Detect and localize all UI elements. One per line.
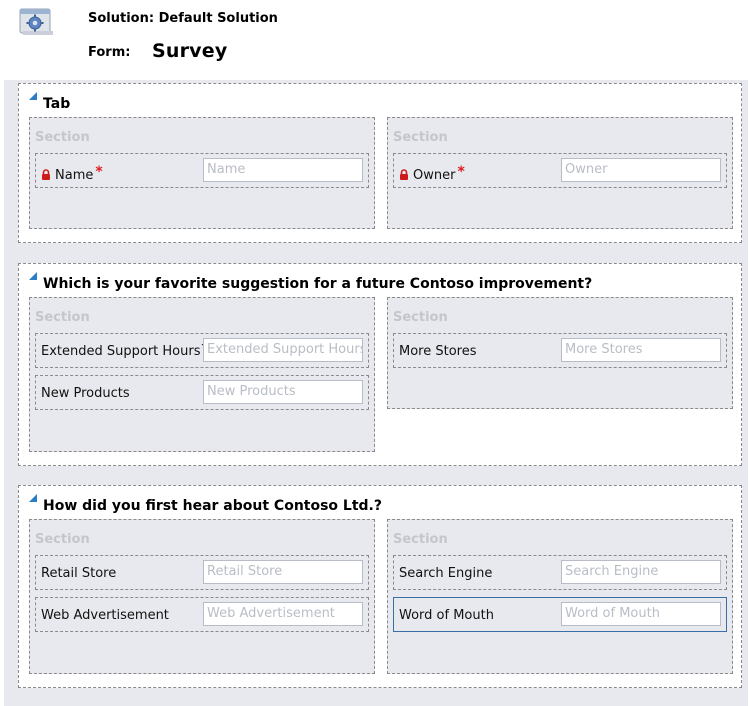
- field-word-of-mouth[interactable]: Word of Mouth Word of Mouth: [393, 597, 727, 632]
- tab-title: Which is your favorite suggestion for a …: [29, 272, 592, 292]
- required-asterisk: *: [95, 164, 103, 180]
- web-advertisement-input[interactable]: Web Advertisement: [203, 602, 363, 626]
- section[interactable]: Section More Stores More Stores: [387, 297, 733, 409]
- field-search-engine[interactable]: Search Engine Search Engine: [393, 555, 727, 590]
- section-label: Section: [393, 532, 448, 547]
- section-label: Section: [35, 130, 90, 145]
- new-products-input[interactable]: New Products: [203, 380, 363, 404]
- field-more-stores[interactable]: More Stores More Stores: [393, 333, 727, 368]
- section-label: Section: [393, 310, 448, 325]
- section-label: Section: [35, 310, 90, 325]
- word-of-mouth-input[interactable]: Word of Mouth: [561, 602, 721, 626]
- lock-icon: [42, 169, 50, 180]
- section[interactable]: Section Name * Name: [29, 117, 375, 229]
- field-web-advertisement[interactable]: Web Advertisement Web Advertisement: [35, 597, 369, 632]
- tab-title: How did you first hear about Contoso Ltd…: [29, 494, 382, 514]
- solution-title: Solution: Default Solution: [88, 11, 278, 26]
- tab-title: Tab: [29, 92, 70, 112]
- field-label: Search Engine: [399, 566, 493, 581]
- search-engine-input[interactable]: Search Engine: [561, 560, 721, 584]
- field-label: Web Advertisement: [41, 608, 169, 623]
- form-name: Survey: [152, 40, 228, 62]
- retail-store-input[interactable]: Retail Store: [203, 560, 363, 584]
- field-label: Retail Store: [41, 566, 117, 581]
- section[interactable]: Section Owner * Owner: [387, 117, 733, 229]
- required-asterisk: *: [457, 164, 465, 180]
- lock-icon: [400, 169, 408, 180]
- section[interactable]: Section Retail Store Retail Store Web Ad…: [29, 519, 375, 674]
- tab-suggestion[interactable]: Which is your favorite suggestion for a …: [18, 263, 742, 466]
- field-label: More Stores: [399, 344, 477, 359]
- tab-how-heard[interactable]: How did you first hear about Contoso Ltd…: [18, 485, 742, 688]
- field-name[interactable]: Name * Name: [35, 153, 369, 188]
- collapse-triangle-icon[interactable]: [29, 272, 37, 280]
- field-label: Word of Mouth: [399, 608, 494, 623]
- field-label: Owner *: [399, 164, 465, 183]
- name-input[interactable]: Name: [203, 158, 363, 182]
- form-canvas: Tab Section Name * Name Section Owner * Ow…: [4, 80, 748, 706]
- extended-support-hours-input[interactable]: Extended Support Hours`: [203, 338, 363, 362]
- section-label: Section: [393, 130, 448, 145]
- field-extended-support-hours[interactable]: Extended Support Hours` Extended Support…: [35, 333, 369, 368]
- field-label: Extended Support Hours`: [41, 344, 207, 359]
- field-retail-store[interactable]: Retail Store Retail Store: [35, 555, 369, 590]
- field-new-products[interactable]: New Products New Products: [35, 375, 369, 410]
- owner-input[interactable]: Owner: [561, 158, 721, 182]
- field-label: New Products: [41, 386, 130, 401]
- more-stores-input[interactable]: More Stores: [561, 338, 721, 362]
- field-label: Name *: [41, 164, 103, 183]
- section-label: Section: [35, 532, 90, 547]
- section[interactable]: Section Search Engine Search Engine Word…: [387, 519, 733, 674]
- solution-gear-icon: [18, 6, 56, 38]
- collapse-triangle-icon[interactable]: [29, 92, 37, 100]
- collapse-triangle-icon[interactable]: [29, 494, 37, 502]
- field-owner[interactable]: Owner * Owner: [393, 153, 727, 188]
- section[interactable]: Section Extended Support Hours` Extended…: [29, 297, 375, 452]
- tab-general[interactable]: Tab Section Name * Name Section Owner * Ow…: [18, 83, 742, 243]
- form-label: Form:: [88, 45, 131, 60]
